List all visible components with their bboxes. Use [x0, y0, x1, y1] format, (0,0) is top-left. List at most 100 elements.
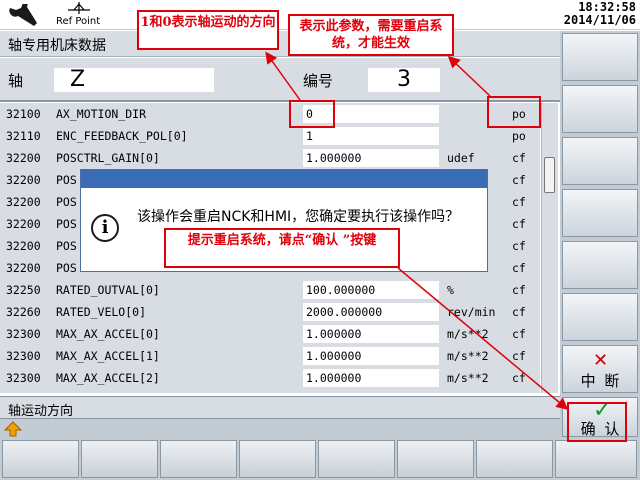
- param-effect-type: cf: [512, 371, 526, 385]
- softkey-h3[interactable]: [160, 440, 237, 478]
- vertical-softkey-bar: ✕ 中 断 ✓ 确 认: [560, 31, 640, 439]
- param-name: MAX_AX_ACCEL[0]: [56, 327, 160, 341]
- bottom-recall-strip: [0, 418, 640, 438]
- softkey-h4[interactable]: [239, 440, 316, 478]
- table-row[interactable]: 32300 MAX_AX_ACCEL[2] 1.000000 m/s**2 cf: [0, 367, 540, 389]
- param-value-field[interactable]: 1.000000: [303, 149, 439, 167]
- param-number: 32300: [6, 371, 41, 385]
- param-unit: m/s**2: [447, 349, 489, 363]
- param-unit: m/s**2: [447, 327, 489, 341]
- table-row[interactable]: 32260 RATED_VELO[0] 2000.000000 rev/min …: [0, 301, 540, 323]
- param-effect-type: cf: [512, 217, 526, 231]
- table-row[interactable]: 32250 RATED_OUTVAL[0] 100.000000 % cf: [0, 279, 540, 301]
- param-effect-type: cf: [512, 327, 526, 341]
- refpoint-label: Ref Point: [56, 16, 101, 27]
- param-effect-type: cf: [512, 283, 526, 297]
- param-number: 32110: [6, 129, 41, 143]
- wrench-icon[interactable]: [6, 0, 46, 28]
- close-icon: ✕: [593, 350, 609, 371]
- table-row[interactable]: 32100 AX_MOTION_DIR 0 po: [0, 103, 540, 125]
- axis-value-field[interactable]: Z: [54, 68, 214, 92]
- interrupt-button[interactable]: ✕ 中 断: [562, 345, 638, 393]
- annotation-direction: 1和0表示轴运动的方向: [137, 10, 279, 50]
- dialog-message: 该操作会重启NCK和HMI，您确定要执行该操作吗？: [137, 209, 460, 225]
- param-unit: rev/min: [447, 305, 496, 319]
- softkey-v2[interactable]: [562, 85, 638, 133]
- param-name: MAX_AX_ACCEL[1]: [56, 349, 160, 363]
- dialog-title-bar: [81, 170, 487, 188]
- param-effect-type: cf: [512, 151, 526, 165]
- refpoint-icon: [68, 2, 90, 14]
- param-effect-type: po: [512, 129, 526, 143]
- param-name: POS: [56, 239, 77, 253]
- annotation-confirm-hint: 提示重启系统，请点“确认 ”按键: [164, 228, 400, 268]
- table-row[interactable]: 32200 POSCTRL_GAIN[0] 1.000000 udef cf: [0, 147, 540, 169]
- param-number: 32100: [6, 107, 41, 121]
- axis-selector-row: 轴 Z 编号 3: [0, 58, 560, 102]
- param-number: 32260: [6, 305, 41, 319]
- table-row[interactable]: 32110 ENC_FEEDBACK_POL[0] 1 po: [0, 125, 540, 147]
- horizontal-softkey-bar: [0, 438, 640, 480]
- param-name: POSCTRL_GAIN[0]: [56, 151, 160, 165]
- param-number: 32250: [6, 283, 41, 297]
- window-title: 轴专用机床数据: [8, 38, 106, 54]
- param-number: 32200: [6, 195, 41, 209]
- param-number: 32200: [6, 239, 41, 253]
- param-number: 32200: [6, 151, 41, 165]
- table-row[interactable]: 32300 MAX_AX_ACCEL[0] 1.000000 m/s**2 cf: [0, 323, 540, 345]
- param-name: POS: [56, 217, 77, 231]
- softkey-v6[interactable]: [562, 293, 638, 341]
- param-unit: %: [447, 283, 454, 297]
- softkey-h6[interactable]: [397, 440, 474, 478]
- softkey-v5[interactable]: [562, 241, 638, 289]
- softkey-v1[interactable]: [562, 33, 638, 81]
- softkey-v4[interactable]: [562, 189, 638, 237]
- softkey-h8[interactable]: [555, 440, 637, 478]
- param-name: RATED_OUTVAL[0]: [56, 283, 160, 297]
- param-value-field[interactable]: 100.000000: [303, 281, 439, 299]
- param-value-field[interactable]: 1.000000: [303, 347, 439, 365]
- softkey-h1[interactable]: [2, 440, 79, 478]
- scrollbar-thumb[interactable]: [544, 157, 555, 193]
- param-effect-type: cf: [512, 261, 526, 275]
- axis-number-label: 编号: [303, 72, 334, 90]
- highlight-po-box: [487, 96, 541, 128]
- param-value-field[interactable]: 1.000000: [303, 325, 439, 343]
- axis-label: 轴: [8, 72, 24, 90]
- param-name: POS: [56, 195, 77, 209]
- recall-arrow-icon[interactable]: [4, 421, 22, 437]
- highlight-value-box: [289, 100, 335, 128]
- param-unit: udef: [447, 151, 475, 165]
- param-name: MAX_AX_ACCEL[2]: [56, 371, 160, 385]
- param-effect-type: cf: [512, 239, 526, 253]
- softkey-h7[interactable]: [476, 440, 553, 478]
- softkey-v3[interactable]: [562, 137, 638, 185]
- param-value-field[interactable]: 1.000000: [303, 369, 439, 387]
- clock-date: 2014/11/06: [563, 13, 636, 27]
- param-name: ENC_FEEDBACK_POL[0]: [56, 129, 188, 143]
- table-row[interactable]: 32300 MAX_AX_ACCEL[1] 1.000000 m/s**2 cf: [0, 345, 540, 367]
- parameter-description: 轴运动方向: [8, 404, 74, 419]
- param-name: POS: [56, 261, 77, 275]
- param-number: 32200: [6, 217, 41, 231]
- info-icon: i: [91, 214, 119, 242]
- clock: 18:32:58 2014/11/06: [564, 1, 636, 27]
- param-number: 32300: [6, 327, 41, 341]
- highlight-confirm-box: [567, 402, 627, 442]
- param-number: 32200: [6, 173, 41, 187]
- param-value-field[interactable]: 2000.000000: [303, 303, 439, 321]
- table-scrollbar[interactable]: [541, 103, 558, 393]
- window-title-bar: 轴专用机床数据: [0, 31, 560, 57]
- refpoint-indicator: Ref Point: [54, 0, 104, 30]
- param-effect-type: cf: [512, 305, 526, 319]
- param-value-field[interactable]: 1: [303, 127, 439, 145]
- softkey-h5[interactable]: [318, 440, 395, 478]
- param-effect-type: cf: [512, 349, 526, 363]
- param-name: RATED_VELO[0]: [56, 305, 147, 319]
- param-effect-type: cf: [512, 173, 526, 187]
- param-effect-type: cf: [512, 195, 526, 209]
- softkey-h2[interactable]: [81, 440, 158, 478]
- parameter-description-bar: 轴运动方向: [0, 396, 560, 419]
- axis-number-field[interactable]: 3: [368, 68, 440, 92]
- interrupt-label: 中 断: [580, 372, 622, 390]
